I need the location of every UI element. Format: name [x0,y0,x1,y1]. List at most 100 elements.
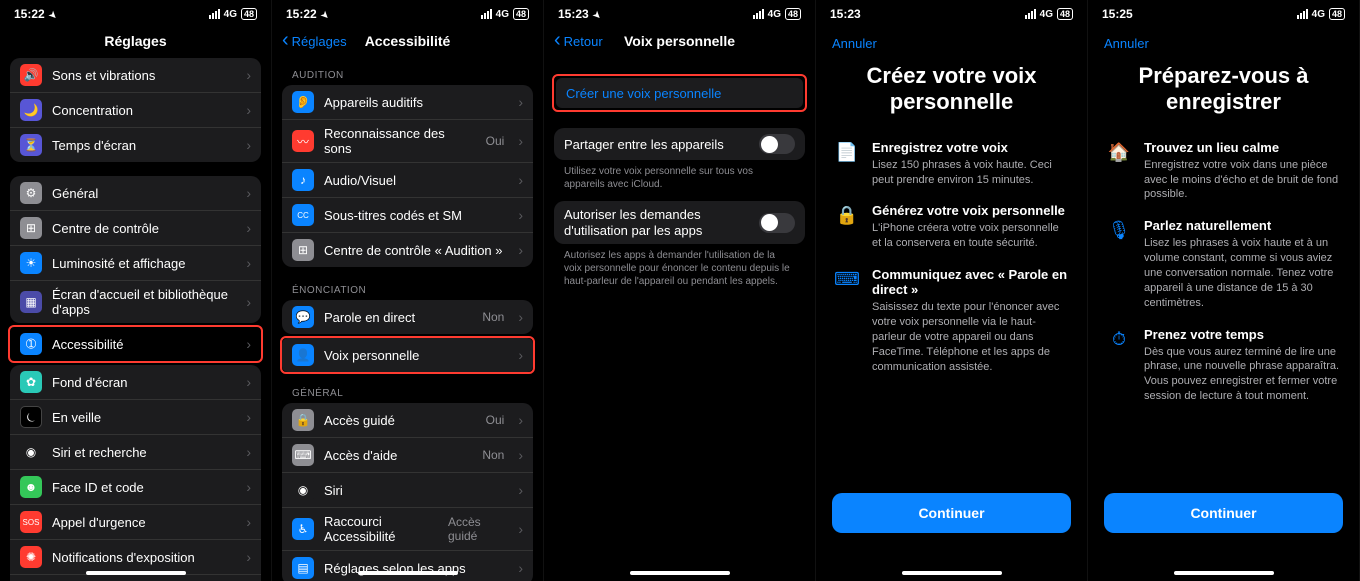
continue-button[interactable]: Continuer [832,493,1071,533]
settings-row[interactable]: ⏳ Temps d'écran› [10,128,261,162]
back-button[interactable]: Réglages [282,34,347,49]
chevron-right-icon: › [246,549,251,565]
settings-row[interactable]: ✺ Notifications d'exposition› [10,540,261,575]
row-label: Reconnaissance des sons [324,126,476,156]
settings-row[interactable]: CC Sous-titres codés et SM› [282,198,533,233]
row-label: Luminosité et affichage [52,256,185,271]
settings-row[interactable]: ◉ Siri et recherche› [10,435,261,470]
chevron-right-icon: › [246,336,251,352]
row-label: Concentration [52,103,133,118]
signal-icon [209,9,220,19]
info-icon: 🎙 [1106,218,1132,310]
network-label: 4G [496,9,509,20]
chevron-right-icon: › [518,482,523,498]
row-icon: ♪ [292,169,314,191]
page-title: Réglages [104,33,166,49]
chevron-right-icon: › [518,242,523,258]
settings-row[interactable]: ⌨︎ Accès d'aideNon› [282,438,533,473]
settings-row[interactable]: ♪ Audio/Visuel› [282,163,533,198]
settings-row[interactable]: 〰︎ Reconnaissance des sonsOui› [282,120,533,163]
continue-button[interactable]: Continuer [1104,493,1343,533]
status-bar: 15:22 4G 48 [0,0,271,24]
status-time: 15:23 [558,7,600,21]
row-label: Notifications d'exposition [52,550,195,565]
row-label: Sons et vibrations [52,68,155,83]
row-allow-apps[interactable]: Autoriser les demandes d'utilisation par… [554,201,805,244]
settings-row[interactable]: 🌙 Concentration› [10,93,261,128]
settings-row[interactable]: ♿︎ Raccourci AccessibilitéAccès guidé› [282,508,533,551]
highlight-accessibility: ➀ Accessibilité › [8,325,263,363]
status-bar: 15:23 4G 48 [544,0,815,24]
chevron-right-icon: › [246,409,251,425]
chevron-right-icon: › [246,514,251,530]
speech-icon: 💬 [292,306,314,328]
settings-row[interactable]: ☻ Face ID et code› [10,470,261,505]
settings-row[interactable]: ▤ Réglages selon les apps› [282,551,533,581]
row-live-speech[interactable]: 💬 Parole en direct Non › [282,300,533,334]
settings-row[interactable]: ⊞ Centre de contrôle « Audition »› [282,233,533,267]
row-icon: ▦ [20,291,42,313]
chevron-right-icon: › [246,137,251,153]
sheet-title: Préparez-vous à enregistrer [1088,57,1359,134]
chevron-right-icon: › [246,479,251,495]
settings-row[interactable]: 👂 Appareils auditifs› [282,85,533,120]
row-label: Fond d'écran [52,375,127,390]
info-row: ⌨︎ Communiquez avec « Parole en direct »… [816,261,1087,384]
network-label: 4G [224,9,237,20]
toggle-switch[interactable] [759,213,795,233]
row-icon: ▤ [292,557,314,579]
row-detail: Oui [486,134,505,148]
screen-settings: 15:22 4G 48 Réglages 🔊 Sons et vibration… [0,0,272,581]
home-indicator [902,571,1002,575]
settings-group: 🔊 Sons et vibrations›🌙 Concentration›⏳ T… [10,58,261,162]
settings-row[interactable]: ▦ Écran d'accueil et bibliothèque d'apps… [10,281,261,323]
settings-row[interactable]: ☀︎ Luminosité et affichage› [10,246,261,281]
settings-row[interactable]: 🔊 Sons et vibrations› [10,58,261,93]
signal-icon [481,9,492,19]
row-label: Accès d'aide [324,448,397,463]
cancel-button[interactable]: Annuler [1088,24,1359,57]
row-create-voice[interactable]: Créer une voix personnelle [556,78,803,108]
home-indicator [630,571,730,575]
settings-group: 💬 Parole en direct Non › [282,300,533,334]
settings-row[interactable]: ▮ Batterie› [10,575,261,581]
battery-icon: 48 [1057,8,1073,20]
info-title: Prenez votre temps [1144,327,1341,342]
settings-row[interactable]: ⚙︎ Général› [10,176,261,211]
row-accessibility[interactable]: ➀ Accessibilité › [10,327,261,361]
chevron-right-icon: › [246,444,251,460]
signal-icon [1025,9,1036,19]
chevron-right-icon: › [518,412,523,428]
row-label: Autoriser les demandes d'utilisation par… [564,207,749,238]
settings-row[interactable]: ✿ Fond d'écran› [10,365,261,400]
row-label: Siri et recherche [52,445,147,460]
back-button[interactable]: Retour [554,34,603,49]
row-icon: ⌨︎ [292,444,314,466]
info-text: Lisez les phrases à voix haute et à un v… [1144,236,1341,310]
battery-icon: 48 [513,8,529,20]
info-icon: ⏱ [1106,327,1132,404]
network-label: 4G [1312,9,1325,20]
settings-group: ✿ Fond d'écran›⏾ En veille›◉ Siri et rec… [10,365,261,581]
signal-icon [1297,9,1308,19]
chevron-right-icon: › [518,347,523,363]
row-label: Parole en direct [324,310,415,325]
chevron-right-icon: › [518,447,523,463]
toggle-switch[interactable] [759,134,795,154]
row-label: Centre de contrôle [52,221,159,236]
row-label: Écran d'accueil et bibliothèque d'apps [52,287,236,317]
settings-row[interactable]: SOS Appel d'urgence› [10,505,261,540]
row-label: Accessibilité [52,337,124,352]
row-share-devices[interactable]: Partager entre les appareils [554,128,805,160]
row-personal-voice[interactable]: 👤 Voix personnelle › [282,338,533,372]
settings-row[interactable]: ⏾ En veille› [10,400,261,435]
settings-row[interactable]: 🔒 Accès guidéOui› [282,403,533,438]
row-label: Raccourci Accessibilité [324,514,438,544]
page-title: Accessibilité [365,33,451,49]
cancel-button[interactable]: Annuler [816,24,1087,57]
info-icon: 🏠 [1106,140,1132,203]
settings-row[interactable]: ⊞ Centre de contrôle› [10,211,261,246]
settings-row[interactable]: ◉ Siri› [282,473,533,508]
status-time: 15:25 [1102,7,1133,21]
row-icon: ⊞ [20,217,42,239]
